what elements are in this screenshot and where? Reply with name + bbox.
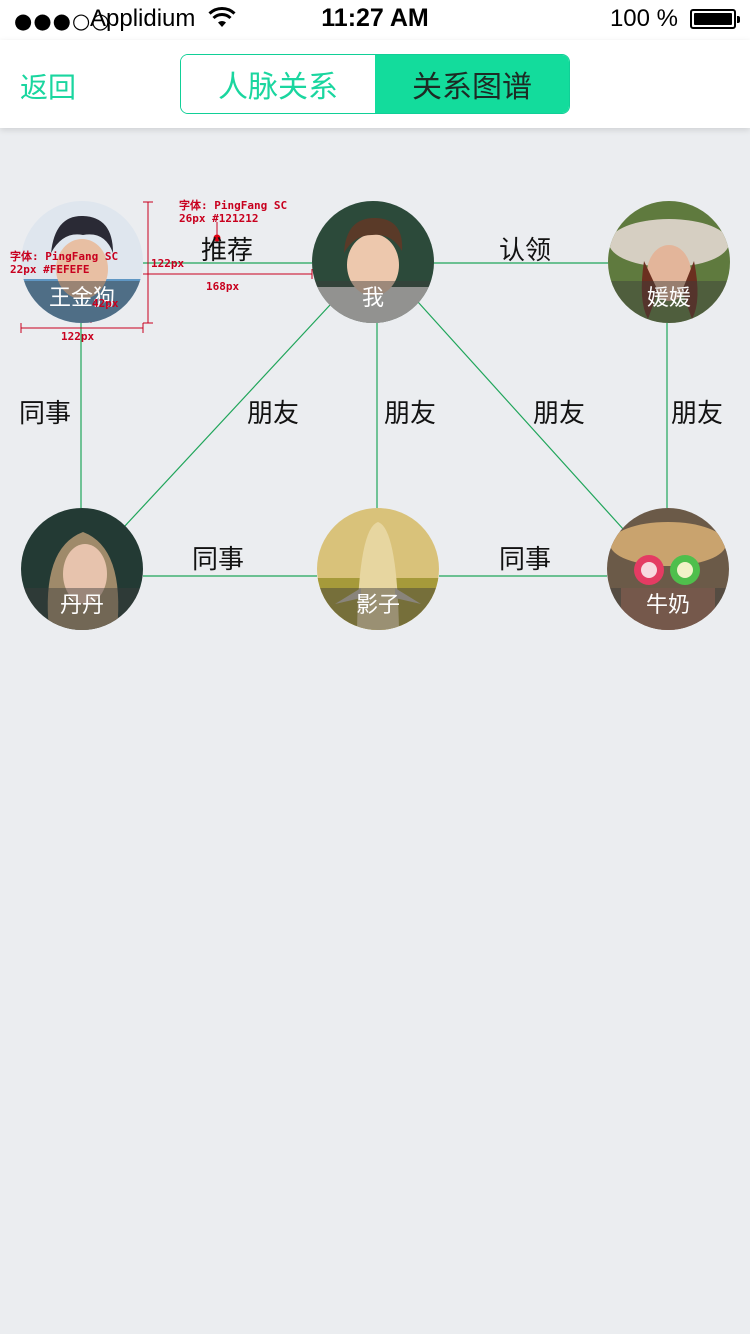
relation-label-aiai-niunai: 朋友 bbox=[671, 399, 724, 429]
person-name: 影子 bbox=[317, 588, 439, 630]
person-node-me[interactable]: 我 bbox=[312, 201, 434, 323]
relation-label-wangjingou-dandan: 同事 bbox=[19, 399, 72, 429]
relation-label-wangjingou-me: 推荐 bbox=[201, 236, 254, 266]
relation-label-me-dandan: 朋友 bbox=[247, 399, 300, 429]
person-node-dandan[interactable]: 丹丹 bbox=[21, 508, 143, 630]
person-name: 丹丹 bbox=[21, 588, 143, 630]
battery-percent: 100 % bbox=[609, 5, 678, 32]
relation-label-me-aiai: 认领 bbox=[499, 236, 552, 266]
person-name: 我 bbox=[312, 281, 434, 323]
relation-label-dandan-yingzi: 同事 bbox=[192, 545, 245, 575]
annotation-height: 122px bbox=[151, 257, 185, 270]
line-me-niunai bbox=[417, 301, 625, 531]
tab-contacts[interactable]: 人脉关系 bbox=[181, 55, 375, 113]
relation-label-me-yingzi: 朋友 bbox=[384, 399, 437, 429]
navigation-bar: 返回 人脉关系 关系图谱 bbox=[0, 40, 750, 128]
person-name: 王金狗 bbox=[21, 281, 143, 323]
annotation-font-spec-relation: 字体: PingFang SC 26px #121212 bbox=[179, 199, 288, 225]
status-bar: ●●●○○ Applidium 11:27 AM 100 % bbox=[0, 0, 750, 40]
relation-label-yingzi-niunai: 同事 bbox=[499, 545, 552, 575]
annotation-font-spec-name: 字体: PingFang SC 22px #FEFEFE bbox=[10, 250, 119, 276]
person-node-niunai[interactable]: 牛奶 bbox=[607, 508, 729, 630]
battery-icon bbox=[690, 9, 740, 29]
back-button[interactable]: 返回 bbox=[20, 66, 76, 106]
person-name: 媛媛 bbox=[608, 281, 730, 323]
segmented-control: 人脉关系 关系图谱 bbox=[180, 54, 570, 114]
tab-relationship-graph[interactable]: 关系图谱 bbox=[375, 55, 569, 113]
relation-label-me-niunai: 朋友 bbox=[533, 399, 586, 429]
annotation-width: 122px bbox=[61, 330, 95, 343]
person-node-aiai[interactable]: 媛媛 bbox=[608, 201, 730, 323]
line-me-dandan bbox=[123, 304, 331, 528]
person-node-yingzi[interactable]: 影子 bbox=[317, 508, 439, 630]
annotation-gap: 168px bbox=[206, 280, 240, 293]
person-name: 牛奶 bbox=[607, 588, 729, 630]
annotation-caption-height: 42px bbox=[92, 297, 119, 310]
